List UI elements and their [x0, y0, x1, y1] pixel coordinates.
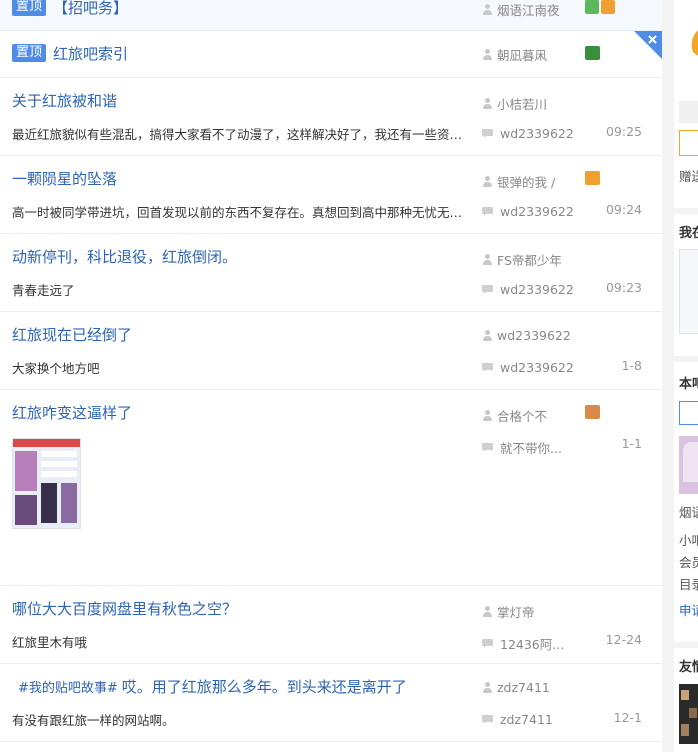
thread-excerpt: 大家换个地方吧: [12, 361, 100, 376]
sidebar-heading: 友情: [679, 660, 698, 675]
thread-author[interactable]: 合格个不: [482, 406, 547, 425]
reply-time: 09:24: [605, 202, 642, 217]
thread-author[interactable]: 小桔若川: [482, 94, 547, 113]
user-icon: [482, 253, 493, 266]
thread-row: 置顶 【招吧务】 烟语江南夜: [0, 0, 662, 31]
thread-row: 置顶 红旅吧索引 朝凪暮凩: [0, 31, 662, 78]
sidebar-text: 小吧: [679, 533, 698, 548]
reply-icon: [482, 362, 493, 373]
thread-title[interactable]: 哎。用了红旅那么多年。到头来还是离开了: [122, 676, 407, 697]
thread-excerpt: 有没有跟红旅一样的网站啊。: [12, 713, 175, 728]
thread-author[interactable]: 掌灯帝: [482, 602, 535, 621]
thread-row: #我的贴吧故事# 哎。用了红旅那么多年。到头来还是离开了 有没有跟红旅一样的网站…: [0, 664, 662, 742]
reply-icon: [482, 128, 493, 139]
user-icon: [482, 97, 493, 110]
thread-thumbnail[interactable]: [12, 438, 81, 529]
thread-row: 一颗陨星的坠落 高一时被同学带进坑，回首发现以前的东西不复存在。真想回到高中那种…: [0, 156, 662, 234]
last-reply-author[interactable]: 就不带你...: [482, 438, 562, 457]
thread-author[interactable]: 朝凪暮凩: [482, 45, 547, 64]
member-level-icon: [585, 0, 599, 14]
last-reply-author[interactable]: wd2339622: [482, 126, 574, 141]
thread-author[interactable]: zdz7411: [482, 680, 550, 695]
user-icon: [482, 175, 493, 188]
thread-title[interactable]: 一颗陨星的坠落: [12, 168, 117, 189]
thread-list: 置顶 【招吧务】 烟语江南夜 置顶 红旅吧索引 朝凪暮凩 关于红旅被和谐 最近红…: [0, 0, 662, 752]
thread-row: 哪位大大百度网盘里有秋色之空？ 红旅里木有哦 掌灯帝 12436阿... 12-…: [0, 586, 662, 664]
close-icon[interactable]: [634, 31, 662, 59]
reply-time: 09:23: [605, 280, 642, 295]
thread-title[interactable]: 动新停刊，科比退役，红旅倒闭。: [12, 246, 237, 267]
right-sidebar: 赠送 我在 本吧 烟语 小吧 会员 目录 申请 友情: [662, 0, 698, 752]
thread-title[interactable]: 关于红旅被和谐: [12, 90, 117, 111]
user-icon: [482, 3, 493, 16]
sidebar-heading: 本吧: [679, 377, 698, 392]
thread-author[interactable]: FS帝都少年: [482, 250, 562, 269]
thread-excerpt: 红旅里木有哦: [12, 635, 88, 650]
sidebar-avatar-box[interactable]: [679, 249, 698, 334]
sidebar-text: 目录: [679, 577, 698, 592]
thread-title[interactable]: 【招吧务】: [53, 0, 128, 18]
last-reply-author[interactable]: zdz7411: [482, 712, 553, 727]
reply-time: 1-1: [621, 436, 642, 451]
friend-bar-image[interactable]: [679, 684, 698, 744]
thread-author[interactable]: wd2339622: [482, 328, 571, 343]
thread-title[interactable]: 哪位大大百度网盘里有秋色之空？: [12, 598, 237, 619]
logo-fragment: [691, 30, 698, 56]
thread-title[interactable]: 红旅现在已经倒了: [12, 324, 132, 345]
sidebar-heading: 我在: [679, 226, 698, 241]
moderator-avatar[interactable]: [679, 436, 698, 494]
reply-icon: [482, 442, 493, 453]
topic-tag[interactable]: #我的贴吧故事#: [18, 677, 118, 696]
thread-excerpt: 高一时被同学带进坑，回首发现以前的东西不复存在。真想回到高中那种无忧无虑的...: [12, 205, 472, 220]
user-icon: [482, 329, 493, 342]
thread-excerpt: 青春走远了: [12, 283, 75, 298]
user-icon: [482, 409, 493, 422]
last-reply-author[interactable]: 12436阿...: [482, 634, 564, 653]
user-icon: [482, 48, 493, 61]
thread-row: 红旅现在已经倒了 大家换个地方吧 wd2339622 wd2339622 1-8: [0, 312, 662, 390]
user-icon: [482, 681, 493, 694]
thread-row: 关于红旅被和谐 最近红旅貌似有些混乱，搞得大家看不了动漫了，这样解决好了，我还有…: [0, 78, 662, 156]
sidebar-input[interactable]: [679, 101, 698, 123]
thread-row: 红旅咋变这逼样了 合格个不 就不带你... 1-1: [0, 390, 662, 586]
reply-time: 12-24: [605, 632, 642, 647]
thread-excerpt: 最近红旅貌似有些混乱，搞得大家看不了动漫了，这样解决好了，我还有一些资源，...: [12, 127, 472, 142]
thread-author[interactable]: 烟语江南夜: [482, 0, 560, 19]
sticky-badge: 置顶: [12, 44, 47, 62]
reply-icon: [482, 284, 493, 295]
apply-link[interactable]: 申请: [679, 600, 698, 619]
last-reply-author[interactable]: wd2339622: [482, 360, 574, 375]
last-reply-author[interactable]: wd2339622: [482, 204, 574, 219]
thread-title[interactable]: 红旅吧索引: [53, 43, 128, 64]
last-reply-author[interactable]: wd2339622: [482, 282, 574, 297]
sticky-badge: 置顶: [12, 0, 47, 16]
game-icon: [585, 171, 600, 185]
thread-author[interactable]: 银弹的我 /: [482, 172, 555, 191]
member-level-icon: [585, 405, 600, 419]
reply-icon: [482, 638, 493, 649]
sidebar-follow-button[interactable]: [679, 401, 698, 425]
sidebar-text: 会员: [679, 555, 698, 570]
reply-icon: [482, 714, 493, 725]
reply-icon: [482, 206, 493, 217]
game-icon: [601, 0, 615, 14]
moderator-name[interactable]: 烟语: [679, 502, 698, 521]
thread-title[interactable]: 红旅咋变这逼样了: [12, 402, 132, 423]
reply-time: 09:25: [605, 124, 642, 139]
sidebar-button[interactable]: [679, 130, 698, 156]
reply-time: 12-1: [613, 710, 642, 725]
thread-row: 动新停刊，科比退役，红旅倒闭。 青春走远了 FS帝都少年 wd2339622 0…: [0, 234, 662, 312]
gift-text: 赠送: [679, 169, 698, 184]
reply-time: 1-8: [621, 358, 642, 373]
user-icon: [482, 605, 493, 618]
member-level-icon: [585, 46, 600, 60]
